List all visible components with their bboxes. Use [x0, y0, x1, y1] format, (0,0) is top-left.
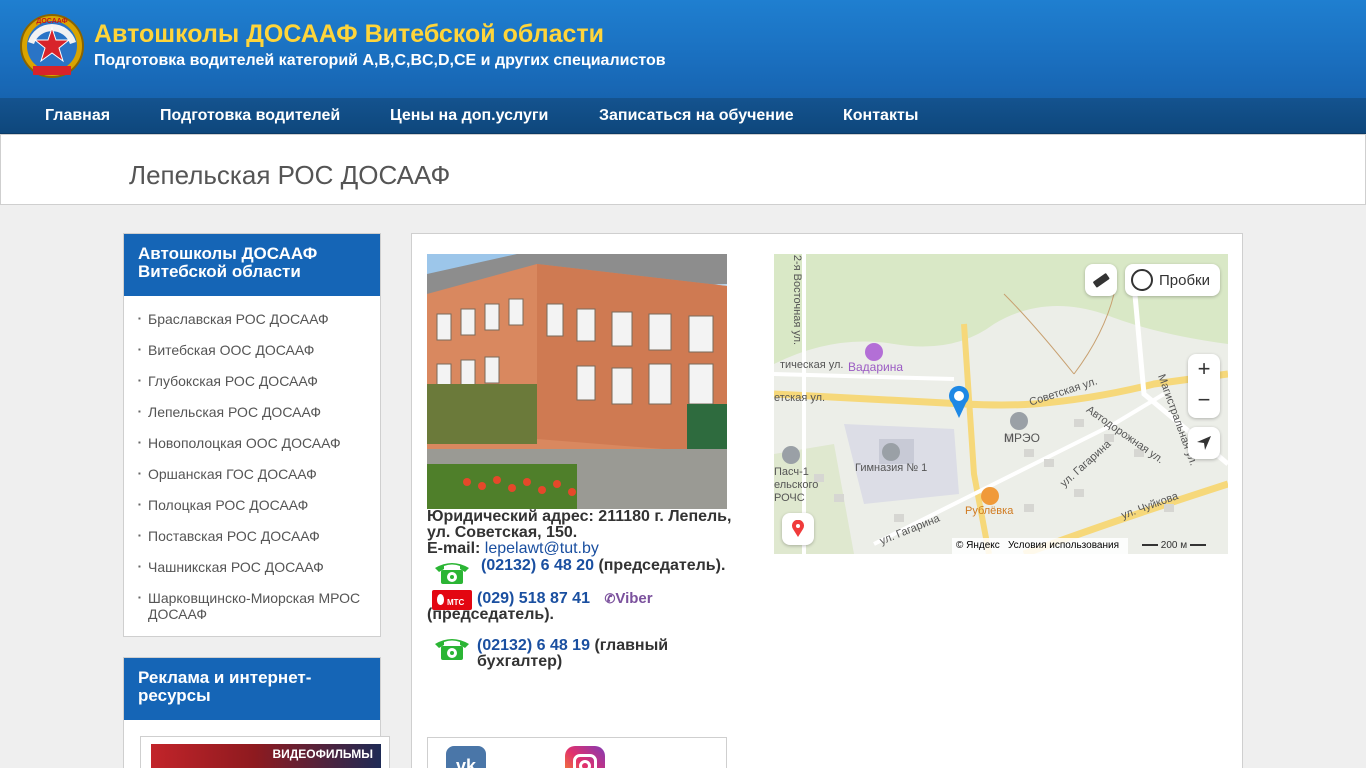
map-place-mreo: МРЭО — [1004, 431, 1040, 445]
viber-icon: ✆ — [604, 591, 616, 606]
nav-item-enroll[interactable]: Записаться на обучение — [599, 98, 794, 134]
email-link[interactable]: lepelawt@tut.by — [485, 540, 599, 557]
nav-item-contacts[interactable]: Контакты — [843, 98, 918, 134]
map-place-rublevka: Рублёвка — [965, 505, 1014, 517]
map-place-pasch-line3: РОЧС — [774, 492, 805, 504]
ad-banner-frame: ВИДЕОФИЛЬМЫ — [140, 736, 390, 768]
sidebar-item-orsha[interactable]: Оршанская ГОС ДОСААФ — [138, 466, 366, 482]
traffic-icon — [1131, 269, 1153, 291]
vk-icon[interactable]: vk — [446, 746, 486, 768]
map-place-pasch-line2: ельского — [774, 479, 819, 491]
viber-label: Viber — [615, 590, 653, 607]
yandex-map[interactable]: Вадарина МРЭО Гимназия № 1 Рублёвка Пасч… — [774, 254, 1228, 554]
ads-heading: Реклама и интернет-ресурсы — [124, 658, 380, 720]
phone-icon — [432, 634, 472, 662]
sidebar-item-glubokoe[interactable]: Глубокская РОС ДОСААФ — [138, 373, 366, 389]
map-terms-link[interactable]: Условия использования — [1008, 540, 1119, 551]
street-vostochnaya: 2-я Восточная ул. — [791, 254, 804, 346]
schools-list: Браславская РОС ДОСААФ Витебская ООС ДОС… — [124, 296, 380, 622]
zoom-controls: + − — [1188, 354, 1220, 418]
phone-row-3: (02132) 6 48 19 (главный бухгалтер) — [427, 638, 742, 670]
phone-icon — [432, 558, 472, 586]
restaurant-icon[interactable] — [981, 487, 999, 505]
traffic-label: Пробки — [1159, 271, 1210, 289]
dosaaf-logo[interactable]: ДОСААФ — [19, 6, 85, 88]
mts-label: МТС — [447, 598, 465, 607]
email-row: E-mail: lepelawt@tut.by — [427, 541, 742, 557]
phone-2[interactable]: (029) 518 87 41 — [477, 590, 590, 607]
phone-2-note: (председатель). — [427, 606, 554, 623]
mts-icon: МТС — [432, 590, 472, 610]
main-content: Юридический адрес: 211180 г. Лепель, ул.… — [411, 233, 1243, 768]
phone-row-2: МТС (029) 518 87 41 ✆Viber (председатель… — [427, 590, 742, 623]
video-films-banner[interactable]: ВИДЕОФИЛЬМЫ — [151, 744, 381, 768]
sidebar-item-postavy[interactable]: Поставская РОС ДОСААФ — [138, 528, 366, 544]
site-title[interactable]: Автошколы ДОСААФ Витебской области — [94, 20, 604, 49]
map-place-pasch: Пасч-1 — [774, 466, 809, 478]
traffic-button[interactable]: Пробки — [1125, 264, 1220, 296]
sidebar-item-chashniki[interactable]: Чашникская РОС ДОСААФ — [138, 559, 366, 575]
geolocation-icon[interactable] — [1188, 427, 1220, 459]
social-links: vk — [427, 737, 727, 768]
email-label: E-mail: — [427, 540, 481, 557]
sidebar-item-sharkovshchina[interactable]: Шарковщинско-Миорская МРОС ДОСААФ — [138, 590, 366, 622]
street-tichesk: тическая ул. — [780, 359, 844, 371]
nav-item-home[interactable]: Главная — [45, 98, 110, 134]
main-nav: Главная Подготовка водителей Цены на доп… — [0, 98, 1366, 134]
sidebar-item-polotsk[interactable]: Полоцкая РОС ДОСААФ — [138, 497, 366, 513]
page-title-bar: Лепельская РОС ДОСААФ — [0, 134, 1366, 205]
sidebar-item-braslav[interactable]: Браславская РОС ДОСААФ — [138, 311, 366, 327]
street-sovetskaya-left: етская ул. — [774, 392, 826, 404]
nav-item-prices[interactable]: Цены на доп.услуги — [390, 98, 548, 134]
legal-address: Юридический адрес: 211180 г. Лепель, ул.… — [427, 508, 732, 541]
schools-heading: Автошколы ДОСААФ Витебской области — [124, 234, 380, 296]
map-scale: 200 м — [1142, 540, 1206, 551]
map-scale-label: 200 м — [1160, 540, 1188, 551]
open-in-yandex-maps-icon[interactable] — [782, 513, 814, 545]
map-place-gymnasium: Гимназия № 1 — [855, 462, 928, 474]
zoom-out-icon[interactable]: − — [1198, 386, 1211, 418]
phone-1-note: (председатель). — [598, 557, 726, 574]
page-title: Лепельская РОС ДОСААФ — [129, 160, 451, 190]
sidebar-item-novopolotsk[interactable]: Новополоцкая ООС ДОСААФ — [138, 435, 366, 451]
viber-badge[interactable]: ✆Viber — [604, 590, 652, 607]
school-icon[interactable] — [882, 443, 900, 461]
contact-info: Юридический адрес: 211180 г. Лепель, ул.… — [427, 509, 742, 670]
phone-3[interactable]: (02132) 6 48 19 — [477, 637, 590, 654]
store-icon[interactable] — [865, 343, 883, 361]
instagram-icon[interactable] — [565, 746, 605, 768]
map-place-vadarina: Вадарина — [848, 360, 904, 374]
phone-1[interactable]: (02132) 6 48 20 — [481, 557, 594, 574]
site-subtitle: Подготовка водителей категорий A,B,C,BC,… — [94, 52, 666, 69]
ruler-icon[interactable] — [1085, 264, 1117, 296]
nav-item-driver-training[interactable]: Подготовка водителей — [160, 98, 340, 134]
phone-row-1: (02132) 6 48 20 (председатель). — [427, 558, 742, 590]
school-building-photo — [427, 254, 727, 509]
government-icon[interactable] — [1010, 412, 1028, 430]
banner-text: ВИДЕОФИЛЬМЫ — [272, 747, 373, 761]
sidebar-item-vitebsk[interactable]: Витебская ООС ДОСААФ — [138, 342, 366, 358]
sidebar-item-lepel[interactable]: Лепельская РОС ДОСААФ — [138, 404, 366, 420]
location-marker-icon[interactable] — [948, 385, 970, 419]
svg-text:ДОСААФ: ДОСААФ — [36, 18, 67, 25]
site-header: ДОСААФ Автошколы ДОСААФ Витебской област… — [0, 0, 1366, 98]
map-copyright[interactable]: © Яндекс — [956, 540, 1000, 551]
map-copyright-bar: © Яндекс Условия использования — [952, 538, 1128, 554]
fire-station-icon[interactable] — [782, 446, 800, 464]
schools-panel: Автошколы ДОСААФ Витебской области Брасл… — [123, 233, 381, 637]
zoom-in-icon[interactable]: + — [1198, 354, 1211, 386]
ads-panel: Реклама и интернет-ресурсы ВИДЕОФИЛЬМЫ — [123, 657, 390, 768]
